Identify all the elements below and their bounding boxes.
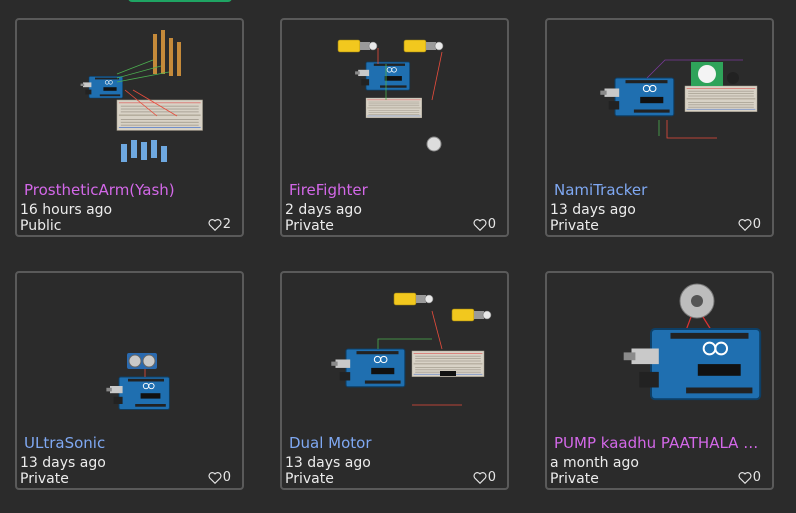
heart-icon[interactable] [738, 471, 752, 484]
project-card[interactable]: ProstheticArm(Yash) 16 hours ago Public … [15, 18, 244, 237]
top-tab-indicator [128, 0, 232, 2]
like-count-value: 0 [752, 470, 761, 485]
project-thumbnail[interactable] [17, 20, 242, 180]
heart-icon[interactable] [208, 218, 222, 231]
like-count[interactable]: 2 [208, 217, 231, 232]
project-thumbnail[interactable] [282, 273, 507, 433]
project-card[interactable]: ULtraSonic 13 days ago Private 0 [15, 271, 244, 490]
project-card[interactable]: NamiTracker 13 days ago Private 0 [545, 18, 774, 237]
project-card[interactable]: Dual Motor 13 days ago Private 0 [280, 271, 509, 490]
heart-icon[interactable] [208, 471, 222, 484]
project-visibility: Private [550, 471, 599, 487]
like-count-value: 0 [752, 217, 761, 232]
project-title[interactable]: Dual Motor [289, 434, 499, 452]
like-count-value: 0 [487, 470, 496, 485]
project-updated-time: 2 days ago [285, 202, 362, 218]
project-visibility: Public [20, 218, 62, 234]
project-thumbnail[interactable] [547, 20, 772, 180]
like-count[interactable]: 0 [738, 217, 761, 232]
project-title[interactable]: PUMP kaadhu PAATHALA G... [554, 434, 764, 452]
like-count[interactable]: 0 [738, 470, 761, 485]
project-thumbnail[interactable] [17, 273, 242, 433]
project-updated-time: 13 days ago [20, 455, 106, 471]
project-thumbnail[interactable] [282, 20, 507, 180]
like-count-value: 2 [222, 217, 231, 232]
project-title[interactable]: NamiTracker [554, 181, 764, 199]
project-visibility: Private [285, 218, 334, 234]
heart-icon[interactable] [738, 218, 752, 231]
like-count[interactable]: 0 [473, 217, 496, 232]
project-updated-time: 13 days ago [285, 455, 371, 471]
project-updated-time: 13 days ago [550, 202, 636, 218]
heart-icon[interactable] [473, 218, 487, 231]
project-card[interactable]: PUMP kaadhu PAATHALA G... a month ago Pr… [545, 271, 774, 490]
project-visibility: Private [285, 471, 334, 487]
project-visibility: Private [20, 471, 69, 487]
project-title[interactable]: ProstheticArm(Yash) [24, 181, 234, 199]
like-count-value: 0 [222, 470, 231, 485]
project-card[interactable]: FireFighter 2 days ago Private 0 [280, 18, 509, 237]
like-count-value: 0 [487, 217, 496, 232]
like-count[interactable]: 0 [208, 470, 231, 485]
project-updated-time: a month ago [550, 455, 639, 471]
like-count[interactable]: 0 [473, 470, 496, 485]
project-thumbnail[interactable] [547, 273, 772, 433]
heart-icon[interactable] [473, 471, 487, 484]
project-title[interactable]: FireFighter [289, 181, 499, 199]
project-title[interactable]: ULtraSonic [24, 434, 234, 452]
project-updated-time: 16 hours ago [20, 202, 113, 218]
project-visibility: Private [550, 218, 599, 234]
